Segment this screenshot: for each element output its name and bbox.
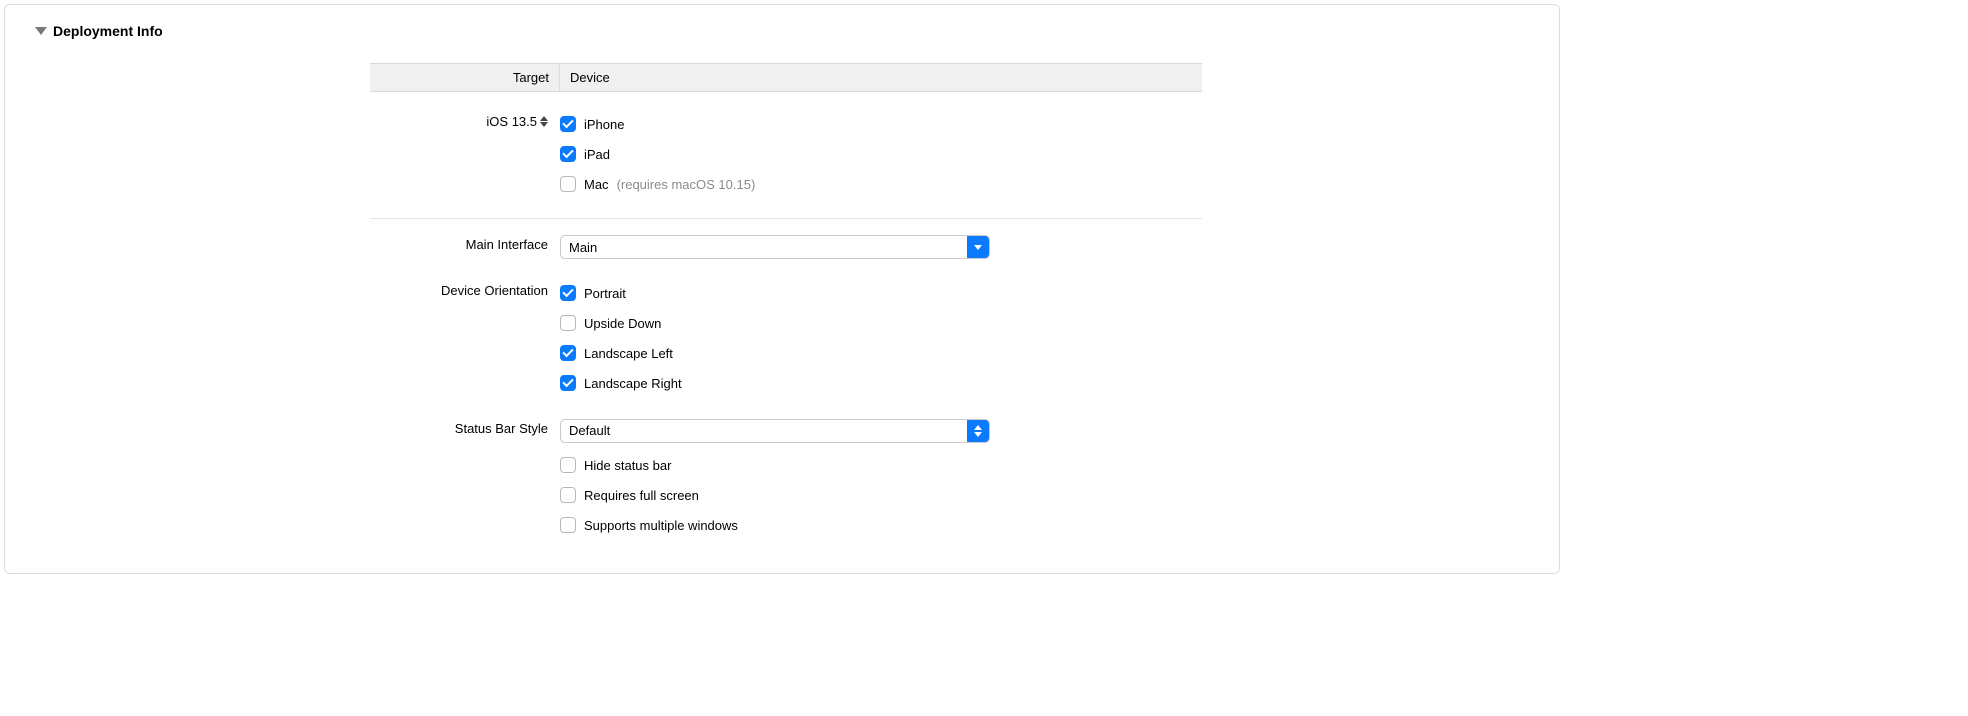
supports-multiple-windows-label: Supports multiple windows [584,518,738,533]
device-ipad-row: iPad [560,142,1202,166]
divider [370,218,1202,219]
status-bar-style-select[interactable]: Default [560,419,990,443]
checkbox-landscape-left[interactable] [560,345,576,361]
chevron-down-icon [974,245,982,250]
checkbox-landscape-right[interactable] [560,375,576,391]
device-mac-row: Mac (requires macOS 10.15) [560,172,1202,196]
checkbox-upside-down[interactable] [560,315,576,331]
disclosure-triangle-icon[interactable] [35,27,47,35]
device-mac-note: (requires macOS 10.15) [617,177,756,192]
row-status-bar: Status Bar Style Default Hide status bar [370,419,1202,543]
device-iphone-label: iPhone [584,117,624,132]
section-header[interactable]: Deployment Info [35,23,1539,39]
th-device: Device [560,64,1202,91]
main-interface-input[interactable] [561,236,967,258]
row-target-devices: iOS 13.5 iPhone iPad [370,112,1202,202]
orientation-upsidedown-row: Upside Down [560,311,1202,335]
target-version-label: iOS 13.5 [486,114,537,129]
orientation-upsidedown-label: Upside Down [584,316,661,331]
checkbox-portrait[interactable] [560,285,576,301]
status-bar-style-dropdown-button[interactable] [967,420,989,442]
chevron-up-icon[interactable] [540,116,548,121]
supports-multiple-windows-row: Supports multiple windows [560,513,1202,537]
checkbox-requires-full-screen[interactable] [560,487,576,503]
device-ipad-label: iPad [584,147,610,162]
main-interface-dropdown-button[interactable] [967,236,989,258]
orientation-portrait-row: Portrait [560,281,1202,305]
deployment-info-panel: Deployment Info Target Device iOS 13.5 [4,4,1560,574]
orientation-landscape-left-label: Landscape Left [584,346,673,361]
orientation-checklist: Portrait Upside Down Landscape Left Land… [560,281,1202,401]
checkbox-ipad[interactable] [560,146,576,162]
status-bar-style-value: Default [561,420,967,442]
device-iphone-row: iPhone [560,112,1202,136]
requires-full-screen-row: Requires full screen [560,483,1202,507]
orientation-landscape-right-label: Landscape Right [584,376,682,391]
version-stepper[interactable] [540,116,548,127]
settings-body: Target Device iOS 13.5 iPhone [370,63,1202,543]
chevron-down-icon [974,432,982,437]
status-bar-style-label: Status Bar Style [370,419,560,436]
chevron-down-icon[interactable] [540,122,548,127]
target-version-cell: iOS 13.5 [370,112,560,129]
checkbox-hide-status-bar[interactable] [560,457,576,473]
hide-status-bar-row: Hide status bar [560,453,1202,477]
device-mac-label: Mac [584,177,609,192]
row-orientation: Device Orientation Portrait Upside Down … [370,281,1202,401]
orientation-label: Device Orientation [370,281,560,298]
checkbox-iphone[interactable] [560,116,576,132]
target-device-header: Target Device [370,63,1202,92]
requires-full-screen-label: Requires full screen [584,488,699,503]
row-main-interface: Main Interface [370,235,1202,259]
chevron-up-icon [974,425,982,430]
hide-status-bar-label: Hide status bar [584,458,671,473]
device-checklist: iPhone iPad Mac (requires macOS 10.15) [560,112,1202,202]
checkbox-mac[interactable] [560,176,576,192]
orientation-landscape-right-row: Landscape Right [560,371,1202,395]
orientation-portrait-label: Portrait [584,286,626,301]
orientation-landscape-left-row: Landscape Left [560,341,1202,365]
section-title: Deployment Info [53,23,163,39]
main-interface-label: Main Interface [370,235,560,252]
checkbox-multiple-windows[interactable] [560,517,576,533]
th-target: Target [370,64,560,91]
main-interface-combo[interactable] [560,235,990,259]
